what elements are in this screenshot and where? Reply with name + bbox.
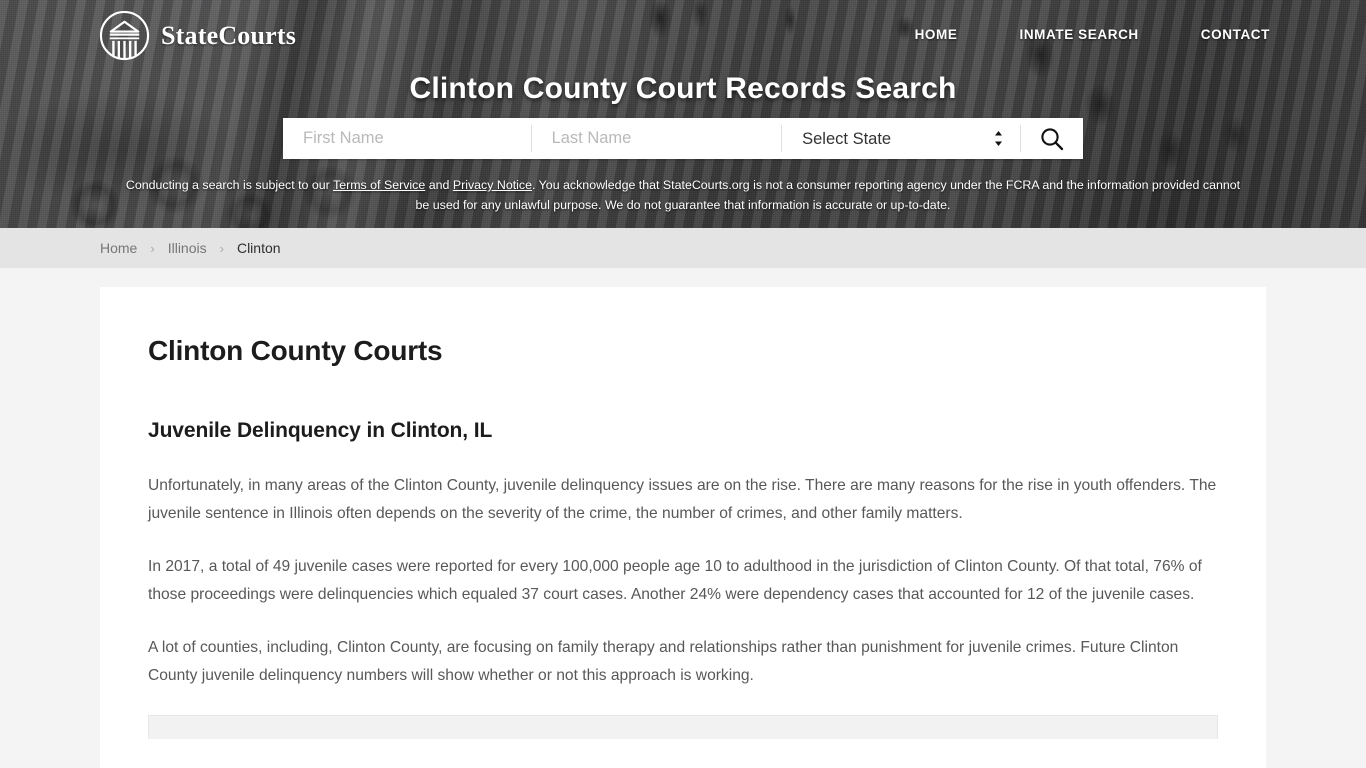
brand-logo-link[interactable]: StateCourts <box>99 10 296 61</box>
first-name-input[interactable] <box>283 118 531 159</box>
records-search-form: Select State <box>283 118 1083 159</box>
last-name-input[interactable] <box>531 118 782 159</box>
search-button[interactable] <box>1021 118 1083 159</box>
main-navigation: HOME INMATE SEARCH CONTACT <box>915 27 1270 42</box>
nav-item-contact[interactable]: CONTACT <box>1201 27 1270 42</box>
breadcrumb-item-illinois[interactable]: Illinois <box>168 240 207 256</box>
courthouse-circle-icon <box>99 10 150 61</box>
breadcrumb-bar: Home › Illinois › Clinton <box>0 228 1366 268</box>
breadcrumb-separator: › <box>219 240 224 256</box>
breadcrumb-separator: › <box>150 240 155 256</box>
page-body: Clinton County Courts Juvenile Delinquen… <box>0 268 1366 768</box>
terms-of-service-link[interactable]: Terms of Service <box>333 178 425 192</box>
page-title: Clinton County Courts <box>148 335 443 366</box>
disclaimer-text-2: and <box>425 178 453 192</box>
hero-title: Clinton County Court Records Search <box>409 72 957 105</box>
paragraph-statistics: In 2017, a total of 49 juvenile cases we… <box>148 558 1202 603</box>
breadcrumb: Home › Illinois › Clinton <box>100 240 281 256</box>
table-header-partial <box>148 715 1218 739</box>
brand-name: StateCourts <box>161 20 297 50</box>
nav-item-inmate-search[interactable]: INMATE SEARCH <box>1019 27 1138 42</box>
hero-header: StateCourts HOME INMATE SEARCH CONTACT C… <box>0 0 1366 228</box>
nav-item-home[interactable]: HOME <box>915 27 958 42</box>
section-heading: Juvenile Delinquency in Clinton, IL <box>148 419 493 442</box>
breadcrumb-item-clinton: Clinton <box>236 240 281 256</box>
breadcrumb-item-home[interactable]: Home <box>100 240 137 256</box>
search-disclaimer: Conducting a search is subject to our Te… <box>0 175 1366 215</box>
paragraph-intro: Unfortunately, in many areas of the Clin… <box>148 477 1217 522</box>
magnifier-icon <box>1041 127 1064 150</box>
content-card: Clinton County Courts Juvenile Delinquen… <box>100 287 1266 768</box>
disclaimer-text-3: . You acknowledge that StateCourts.org i… <box>415 178 1241 212</box>
paragraph-outlook: A lot of counties, including, Clinton Co… <box>148 639 1179 684</box>
state-select-wrapper: Select State <box>782 118 1021 159</box>
disclaimer-text-1: Conducting a search is subject to our <box>125 178 333 192</box>
state-select[interactable]: Select State <box>782 118 1021 159</box>
privacy-notice-link[interactable]: Privacy Notice <box>453 178 532 192</box>
